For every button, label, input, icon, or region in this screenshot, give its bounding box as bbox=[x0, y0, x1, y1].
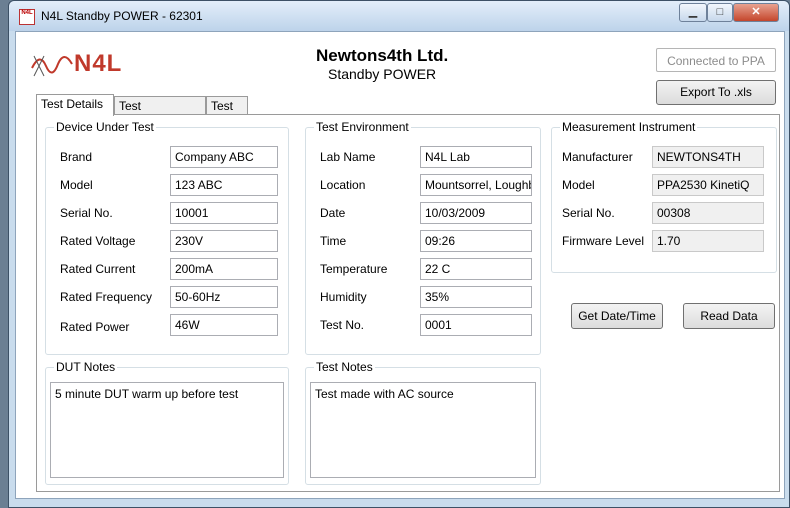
minimize-button[interactable]: ▁ bbox=[679, 3, 707, 22]
humidity-label: Humidity bbox=[320, 290, 367, 304]
date-label: Date bbox=[320, 206, 346, 220]
test-no-label: Test No. bbox=[320, 318, 365, 332]
title-bar[interactable]: N4L N4L Standby POWER - 62301 ▁ □ ✕ bbox=[9, 1, 789, 31]
firmware-level-field: 1.70 bbox=[652, 230, 764, 252]
temperature-label: Temperature bbox=[320, 262, 388, 276]
tab-test[interactable]: Test bbox=[206, 96, 248, 114]
dut-notes-group: DUT Notes 5 minute DUT warm up before te… bbox=[45, 360, 289, 485]
get-date-time-button[interactable]: Get Date/Time bbox=[571, 303, 663, 329]
test-environment-group-title: Test Environment bbox=[314, 120, 411, 134]
lab-name-field[interactable]: N4L Lab bbox=[420, 146, 532, 168]
read-data-button[interactable]: Read Data bbox=[683, 303, 775, 329]
measurement-instrument-group-title: Measurement Instrument bbox=[560, 120, 698, 134]
wave-logo-icon bbox=[31, 55, 73, 77]
time-label: Time bbox=[320, 234, 347, 248]
logo-text: N4L bbox=[74, 50, 123, 77]
model-field[interactable]: 123 ABC bbox=[170, 174, 278, 196]
instrument-model-label: Model bbox=[562, 178, 595, 192]
serial-field[interactable]: 10001 bbox=[170, 202, 278, 224]
dut-group-title: Device Under Test bbox=[54, 120, 156, 134]
maximize-button[interactable]: □ bbox=[707, 3, 733, 22]
company-name: Newtons4th Ltd. bbox=[316, 46, 449, 65]
n4l-logo: N4L bbox=[30, 50, 150, 80]
temperature-field[interactable]: 22 C bbox=[420, 258, 532, 280]
test-environment-group: Test Environment Lab Name N4L Lab Locati… bbox=[305, 120, 541, 355]
rated-power-field[interactable]: 46W bbox=[170, 314, 278, 336]
brand-field[interactable]: Company ABC bbox=[170, 146, 278, 168]
client-area: N4L Newtons4th Ltd. Standby POWER Connec… bbox=[15, 31, 785, 499]
manufacturer-label: Manufacturer bbox=[562, 150, 633, 164]
test-notes-group: Test Notes Test made with AC source bbox=[305, 360, 541, 485]
instrument-serial-label: Serial No. bbox=[562, 206, 615, 220]
rated-voltage-field[interactable]: 230V bbox=[170, 230, 278, 252]
dut-group: Device Under Test Brand Company ABC Mode… bbox=[45, 120, 289, 355]
rated-power-label: Rated Power bbox=[60, 320, 130, 334]
location-field[interactable]: Mountsorrel, Loughb bbox=[420, 174, 532, 196]
tab-test-details[interactable]: Test Details bbox=[36, 94, 114, 116]
manufacturer-field: NEWTONS4TH bbox=[652, 146, 764, 168]
test-details-page: Device Under Test Brand Company ABC Mode… bbox=[36, 114, 780, 492]
dut-notes-textarea[interactable]: 5 minute DUT warm up before test bbox=[50, 382, 284, 478]
main-window: N4L N4L Standby POWER - 62301 ▁ □ ✕ N4L … bbox=[8, 0, 790, 508]
instrument-model-field: PPA2530 KinetiQ bbox=[652, 174, 764, 196]
rated-current-label: Rated Current bbox=[60, 262, 136, 276]
dut-notes-group-title: DUT Notes bbox=[54, 360, 118, 374]
app-icon[interactable]: N4L bbox=[19, 9, 35, 25]
humidity-field[interactable]: 35% bbox=[420, 286, 532, 308]
instrument-serial-field: 00308 bbox=[652, 202, 764, 224]
rated-current-field[interactable]: 200mA bbox=[170, 258, 278, 280]
window-title: N4L Standby POWER - 62301 bbox=[41, 9, 203, 23]
measurement-instrument-group: Measurement Instrument Manufacturer NEWT… bbox=[551, 120, 777, 273]
time-field[interactable]: 09:26 bbox=[420, 230, 532, 252]
date-field[interactable]: 10/03/2009 bbox=[420, 202, 532, 224]
lab-name-label: Lab Name bbox=[320, 150, 376, 164]
tab-test-conditions[interactable]: Test Conditions bbox=[114, 96, 206, 131]
serial-label: Serial No. bbox=[60, 206, 113, 220]
location-label: Location bbox=[320, 178, 366, 192]
rated-frequency-label: Rated Frequency bbox=[60, 290, 153, 304]
firmware-level-label: Firmware Level bbox=[562, 234, 645, 248]
connection-status: Connected to PPA bbox=[656, 48, 776, 72]
model-label: Model bbox=[60, 178, 93, 192]
test-no-field[interactable]: 0001 bbox=[420, 314, 532, 336]
rated-frequency-field[interactable]: 50-60Hz bbox=[170, 286, 278, 308]
close-button[interactable]: ✕ bbox=[733, 3, 779, 22]
brand-label: Brand bbox=[60, 150, 93, 164]
rated-voltage-label: Rated Voltage bbox=[60, 234, 136, 248]
app-subtitle: Standby POWER bbox=[328, 66, 437, 82]
test-notes-group-title: Test Notes bbox=[314, 360, 375, 374]
test-notes-textarea[interactable]: Test made with AC source bbox=[310, 382, 536, 478]
export-xls-button[interactable]: Export To .xls bbox=[656, 80, 776, 105]
